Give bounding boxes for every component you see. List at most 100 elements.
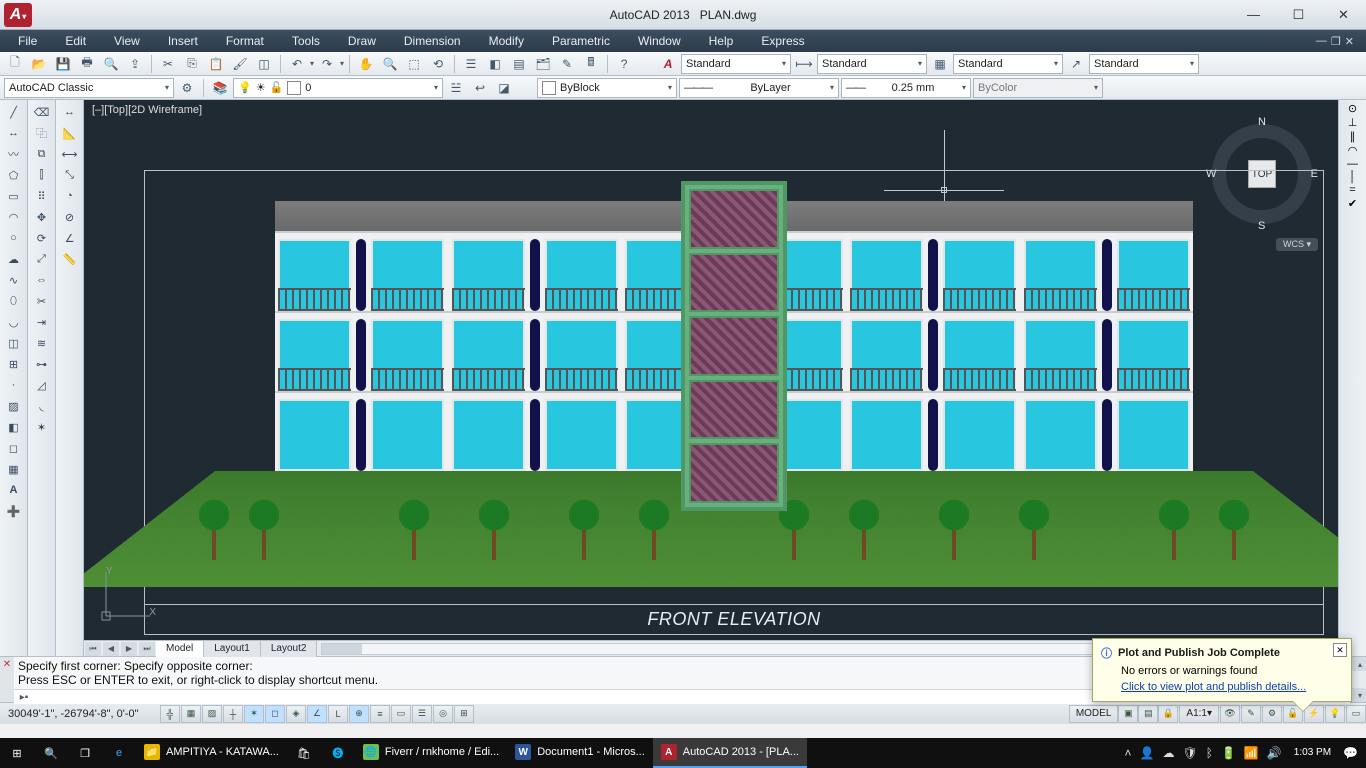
notification-close-button[interactable]: ✕ (1333, 643, 1347, 657)
ducs-button[interactable]: L (328, 705, 348, 723)
sheetset-icon[interactable]: 🗂 (532, 54, 554, 74)
menu-dimension[interactable]: Dimension (392, 32, 473, 50)
ellipse-icon[interactable]: ⬯ (3, 291, 25, 311)
tray-volume-icon[interactable]: 🔊 (1267, 746, 1282, 760)
menu-help[interactable]: Help (697, 32, 746, 50)
viewport-label[interactable]: [–][Top][2D Wireframe] (92, 104, 202, 116)
polygon-icon[interactable]: ⬠ (3, 165, 25, 185)
quickcalc-icon[interactable]: 🖩 (580, 54, 602, 74)
move-icon[interactable]: ✥ (31, 207, 53, 227)
textstyle-dropdown[interactable]: Standard▾ (681, 54, 791, 74)
dim-angular-icon[interactable]: ∠ (59, 228, 81, 248)
ellipsearc-icon[interactable]: ◡ (3, 312, 25, 332)
stretch-icon[interactable]: ⇔ (31, 270, 53, 290)
markup-icon[interactable]: ✎ (556, 54, 578, 74)
layer-dropdown[interactable]: 💡 ☀ 🔓 0▾ (233, 78, 443, 98)
menu-tools[interactable]: Tools (280, 32, 332, 50)
app-menu-button[interactable]: A (4, 3, 32, 27)
mleaderstyle-dropdown[interactable]: Standard▾ (1089, 54, 1199, 74)
plot-icon[interactable]: 🖶 (76, 54, 98, 74)
undo-icon[interactable]: ↶ (286, 54, 308, 74)
tablestyle-dropdown[interactable]: Standard▾ (953, 54, 1063, 74)
tab-last-icon[interactable]: ⏭ (139, 642, 155, 656)
matchprop-icon[interactable]: 🖌 (229, 54, 251, 74)
color-dropdown[interactable]: ByBlock▾ (537, 78, 677, 98)
infer-constraints-button[interactable]: ╬ (160, 705, 180, 723)
annotation-visibility-icon[interactable]: 👁 (1220, 705, 1240, 723)
line-icon[interactable]: ╱ (3, 102, 25, 122)
quickview-layouts-icon[interactable]: ▣ (1118, 705, 1138, 723)
window-maximize[interactable]: ☐ (1276, 0, 1321, 30)
table-icon[interactable]: ▦ (3, 459, 25, 479)
rotate-icon[interactable]: ⟳ (31, 228, 53, 248)
mirror-icon[interactable]: ⧉ (31, 144, 53, 164)
new-icon[interactable]: 🗋 (4, 54, 26, 74)
tray-people-icon[interactable]: 👤 (1140, 746, 1155, 760)
modelspace-button[interactable]: MODEL (1069, 705, 1119, 723)
tablestyle-icon[interactable]: ▦ (929, 54, 951, 74)
skype-icon[interactable]: 🅢 (321, 738, 355, 768)
ortho-button[interactable]: ┼ (223, 705, 243, 723)
isolate-objects-icon[interactable]: 💡 (1325, 705, 1345, 723)
polyline-icon[interactable]: 〰 (3, 144, 25, 164)
properties-icon[interactable]: ☰ (460, 54, 482, 74)
layer-previous-icon[interactable]: ↩ (469, 78, 491, 98)
viewcube-north[interactable]: N (1258, 116, 1266, 128)
menu-modify[interactable]: Modify (477, 32, 536, 50)
measuregeom-icon[interactable]: 📐 (59, 123, 81, 143)
dist-icon[interactable]: ↔ (59, 102, 81, 122)
pan-icon[interactable]: ✋ (355, 54, 377, 74)
cut-icon[interactable]: ✂ (157, 54, 179, 74)
snap-button[interactable]: ▦ (181, 705, 201, 723)
help-icon[interactable]: ? (613, 54, 635, 74)
workspace-settings-icon[interactable]: ⚙ (176, 78, 198, 98)
window-minimize[interactable]: — (1231, 0, 1276, 30)
layer-states-icon[interactable]: ☱ (445, 78, 467, 98)
autoscale-icon[interactable]: ✎ (1241, 705, 1261, 723)
hatch-icon[interactable]: ▨ (3, 396, 25, 416)
mdi-close-icon[interactable]: ✕ (1345, 35, 1354, 48)
join-icon[interactable]: ⊶ (31, 354, 53, 374)
menu-parametric[interactable]: Parametric (540, 32, 622, 50)
dim-linear-icon[interactable]: ⟷ (59, 144, 81, 164)
workspace-switch-icon[interactable]: ⚙ (1262, 705, 1282, 723)
dimstyle-dropdown[interactable]: Standard▾ (817, 54, 927, 74)
dyn-button[interactable]: ⊕ (349, 705, 369, 723)
task-fiverr[interactable]: 🌐Fiverr / rnkhome / Edi... (355, 738, 507, 768)
tray-notifications-icon[interactable]: 💬 (1343, 746, 1358, 760)
constraint-perp-icon[interactable]: ⊥ (1348, 116, 1358, 129)
task-word[interactable]: WDocument1 - Micros... (507, 738, 653, 768)
menu-insert[interactable]: Insert (156, 32, 210, 50)
tab-layout2[interactable]: Layout2 (261, 641, 318, 657)
zoom-prev-icon[interactable]: ⟲ (427, 54, 449, 74)
dim-radius-icon[interactable]: ◔ (59, 186, 81, 206)
mdi-minimize-icon[interactable]: — (1316, 35, 1327, 48)
publish-icon[interactable]: ⇪ (124, 54, 146, 74)
paste-icon[interactable]: 📋 (205, 54, 227, 74)
workspace-dropdown[interactable]: AutoCAD Classic▾ (4, 78, 174, 98)
rectangle-icon[interactable]: ▭ (3, 186, 25, 206)
cmd-scroll-down-icon[interactable]: ▾ (1352, 688, 1366, 702)
menu-express[interactable]: Express (749, 32, 816, 50)
tab-first-icon[interactable]: ⏮ (85, 642, 101, 656)
clean-screen-icon[interactable]: ▭ (1346, 705, 1366, 723)
array-icon[interactable]: ⠿ (31, 186, 53, 206)
tray-bluetooth-icon[interactable]: ᛒ (1206, 746, 1213, 760)
break-icon[interactable]: ≋ (31, 333, 53, 353)
ruler-icon[interactable]: 📏 (59, 249, 81, 269)
layer-iso-icon[interactable]: ◪ (493, 78, 515, 98)
makeblock-icon[interactable]: ⊞ (3, 354, 25, 374)
grid-button[interactable]: ▨ (202, 705, 222, 723)
arc-icon[interactable]: ◠ (3, 207, 25, 227)
osnap-button[interactable]: ◻ (265, 705, 285, 723)
hscroll-thumb[interactable] (322, 644, 362, 654)
addselected-icon[interactable]: ➕ (3, 501, 25, 521)
coordinates-readout[interactable]: 30049'-1", -26794'-8", 0'-0" (0, 708, 160, 720)
otrack-button[interactable]: ∠ (307, 705, 327, 723)
constraint-vertical-icon[interactable]: │ (1349, 171, 1356, 183)
erase-icon[interactable]: ⌫ (31, 102, 53, 122)
offset-icon[interactable]: ⫿ (31, 165, 53, 185)
insertblock-icon[interactable]: ◫ (3, 333, 25, 353)
taskview-icon[interactable]: ❐ (68, 738, 102, 768)
extend-icon[interactable]: ⇥ (31, 312, 53, 332)
